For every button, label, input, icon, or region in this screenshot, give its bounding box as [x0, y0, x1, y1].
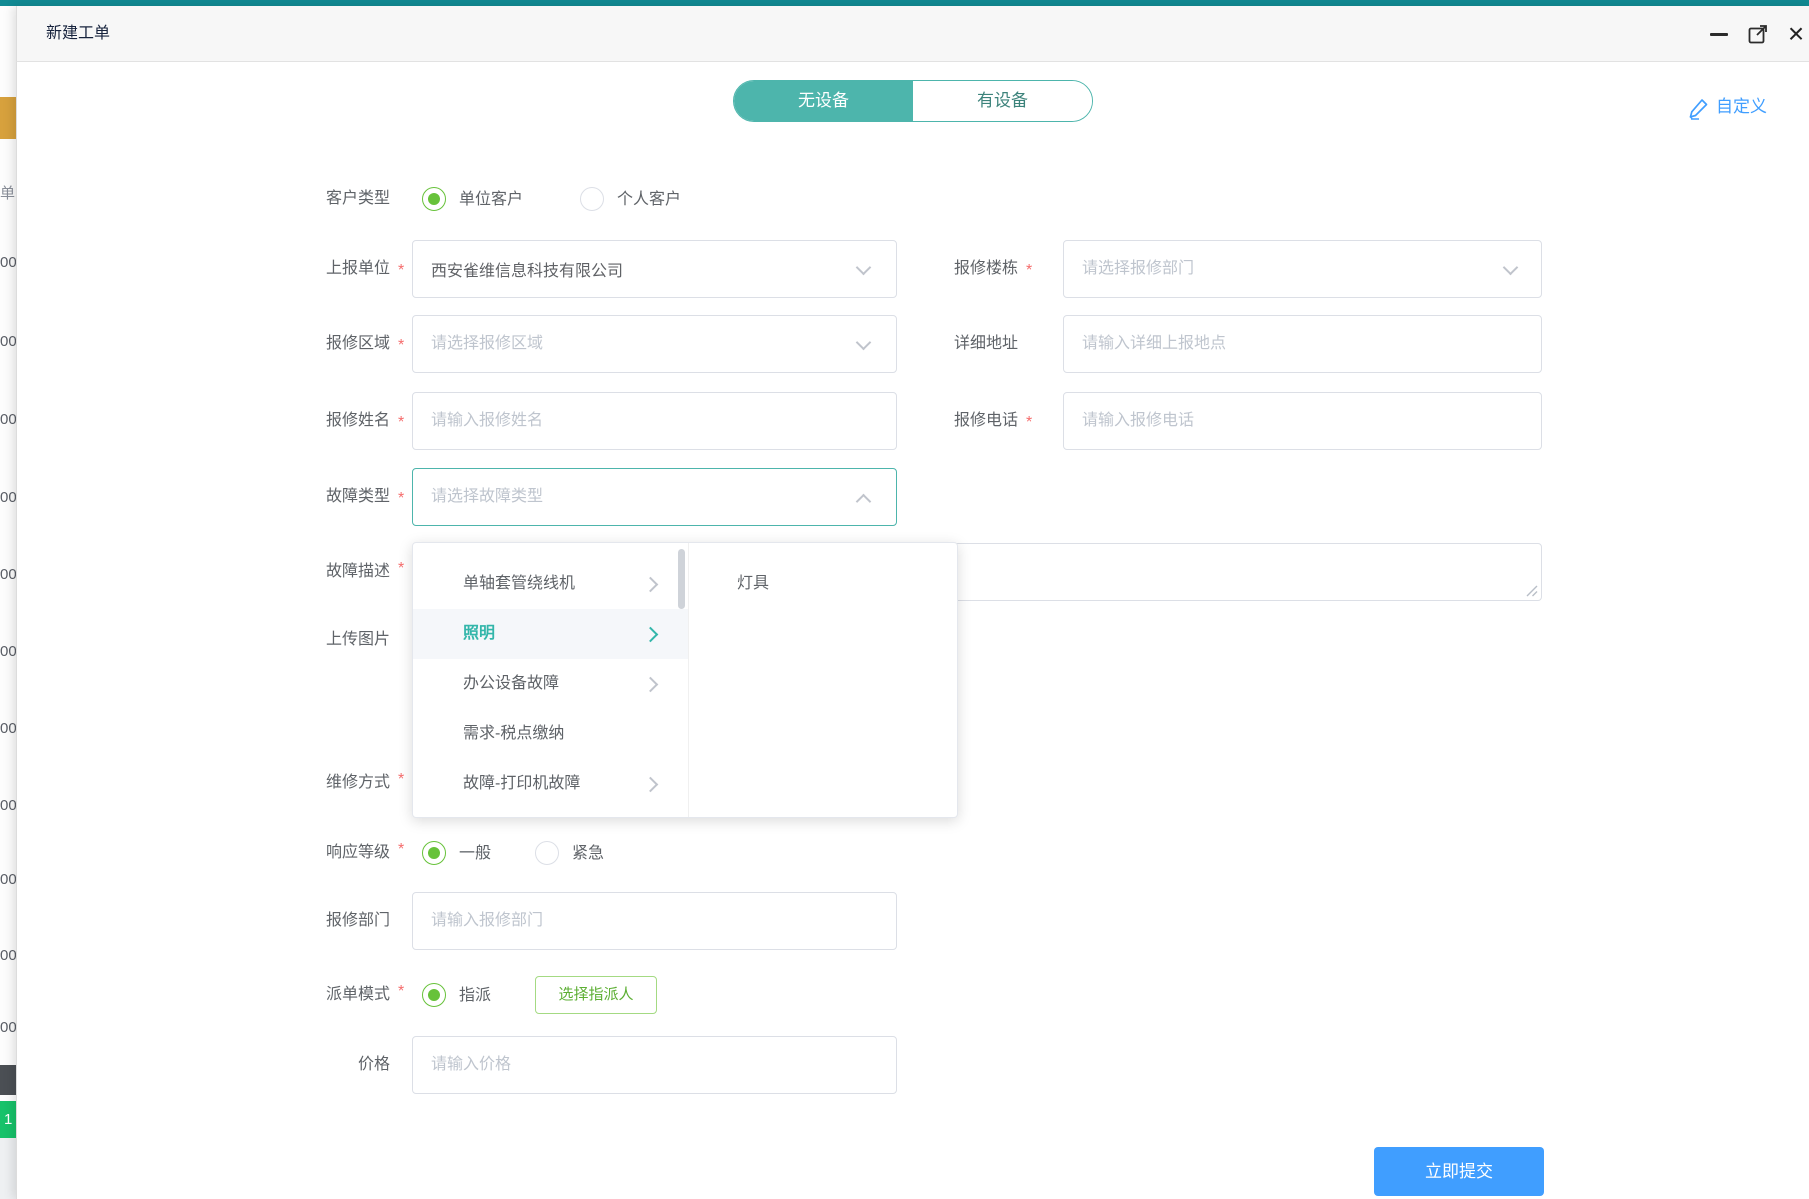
bg-row-value: 00 [0, 565, 16, 585]
bg-row-value: 00 [0, 332, 16, 352]
customize-link[interactable]: 自定义 [1716, 94, 1767, 120]
radio-assign-label[interactable]: 指派 [459, 983, 491, 1007]
chevron-right-icon [643, 577, 659, 593]
fault-type-select[interactable] [412, 468, 897, 526]
report-unit-label: 上报单位 [190, 240, 390, 298]
price-label: 价格 [190, 1036, 390, 1094]
address-input[interactable] [1063, 315, 1542, 373]
required-mark: * [398, 468, 412, 526]
repair-method-label: 维修方式 [190, 771, 390, 795]
bg-page-badge[interactable]: 1 [0, 1101, 16, 1138]
bg-row-value: 00 [0, 410, 16, 430]
chevron-right-icon [643, 777, 659, 793]
bg-row-value: 00 [0, 946, 16, 966]
resize-grip-icon[interactable] [1525, 584, 1538, 597]
bg-footer-area [0, 1138, 16, 1199]
minimize-icon[interactable] [1710, 33, 1728, 36]
close-icon[interactable]: × [1782, 18, 1809, 50]
phone-label: 报修电话 [820, 392, 1018, 450]
cascader-item[interactable]: 单轴套管绕线机 [413, 559, 688, 609]
bg-row-value: 00 [0, 719, 16, 739]
department-label: 报修部门 [190, 892, 390, 950]
bg-dark-bar [0, 1065, 16, 1095]
radio-urgent[interactable] [535, 841, 559, 865]
radio-unit-customer[interactable] [422, 187, 446, 211]
chevron-right-icon [643, 627, 659, 643]
background-page-strip: 单 00 00 00 00 00 00 00 00 00 00 00 1 [0, 6, 16, 1199]
address-label: 详细地址 [820, 315, 1018, 373]
bg-row-value: 00 [0, 253, 16, 273]
tab-has-device[interactable]: 有设备 [913, 81, 1092, 121]
modal-header [16, 6, 1809, 62]
upload-label: 上传图片 [190, 628, 390, 652]
cascader-item[interactable]: 需求-税点缴纳 [413, 709, 688, 759]
modal-title: 新建工单 [46, 6, 110, 62]
scrollbar-thumb[interactable] [678, 549, 685, 609]
building-label: 报修楼栋 [820, 240, 1018, 298]
cascader-item-active[interactable]: 照明 [413, 609, 688, 659]
radio-personal-customer-label[interactable]: 个人客户 [617, 187, 681, 211]
name-label: 报修姓名 [190, 392, 390, 450]
edit-pencil-icon[interactable] [1686, 95, 1712, 121]
chevron-right-icon [643, 677, 659, 693]
radio-normal[interactable] [422, 841, 446, 865]
required-mark: * [398, 983, 412, 1001]
required-mark: * [398, 240, 412, 298]
department-input[interactable] [412, 892, 897, 950]
bg-row-value: 00 [0, 796, 16, 816]
required-mark: * [398, 315, 412, 373]
cascader-item[interactable]: 办公设备故障 [413, 659, 688, 709]
choose-assignee-button[interactable]: 选择指派人 [535, 976, 657, 1014]
screen: 单 00 00 00 00 00 00 00 00 00 00 00 1 新建工… [0, 0, 1809, 1199]
tab-no-device[interactable]: 无设备 [734, 81, 913, 121]
dispatch-mode-label: 派单模式 [190, 983, 390, 1007]
bg-orange-fragment [0, 97, 16, 139]
radio-urgent-label[interactable]: 紧急 [572, 841, 604, 865]
maximize-icon[interactable] [1746, 22, 1770, 46]
cascader-item[interactable]: 故障-打印机故障 [413, 759, 688, 809]
required-mark: * [398, 560, 412, 578]
fault-desc-label: 故障描述 [190, 560, 390, 584]
cascader-level2: 灯具 [688, 543, 957, 817]
required-mark: * [398, 771, 412, 789]
required-mark: * [1026, 240, 1040, 298]
required-mark: * [398, 841, 412, 859]
phone-input[interactable] [1063, 392, 1542, 450]
submit-button[interactable]: 立即提交 [1374, 1147, 1544, 1196]
required-mark: * [1026, 392, 1040, 450]
response-level-label: 响应等级 [190, 841, 390, 865]
fault-type-label: 故障类型 [190, 468, 390, 526]
customer-type-label: 客户类型 [190, 187, 390, 211]
cascader-subitem[interactable]: 灯具 [689, 559, 957, 609]
price-input[interactable] [412, 1036, 897, 1094]
bg-row-value: 00 [0, 1018, 16, 1038]
bg-row-value: 00 [0, 642, 16, 662]
radio-normal-label[interactable]: 一般 [459, 841, 491, 865]
device-tab-group: 无设备 有设备 [733, 80, 1093, 122]
radio-personal-customer[interactable] [580, 187, 604, 211]
area-label: 报修区域 [190, 315, 390, 373]
building-select[interactable] [1063, 240, 1542, 298]
radio-unit-customer-label[interactable]: 单位客户 [459, 187, 523, 211]
bg-row-value: 00 [0, 488, 16, 508]
bg-row-value: 00 [0, 870, 16, 890]
bg-partial-text: 单 [0, 183, 16, 205]
cascader-level1: 单轴套管绕线机 照明 办公设备故障 需求-税点缴纳 故障-打印机故障 [413, 543, 688, 817]
fault-type-cascader-panel: 单轴套管绕线机 照明 办公设备故障 需求-税点缴纳 故障-打印机故障 灯具 [412, 542, 958, 818]
radio-assign[interactable] [422, 983, 446, 1007]
required-mark: * [398, 392, 412, 450]
